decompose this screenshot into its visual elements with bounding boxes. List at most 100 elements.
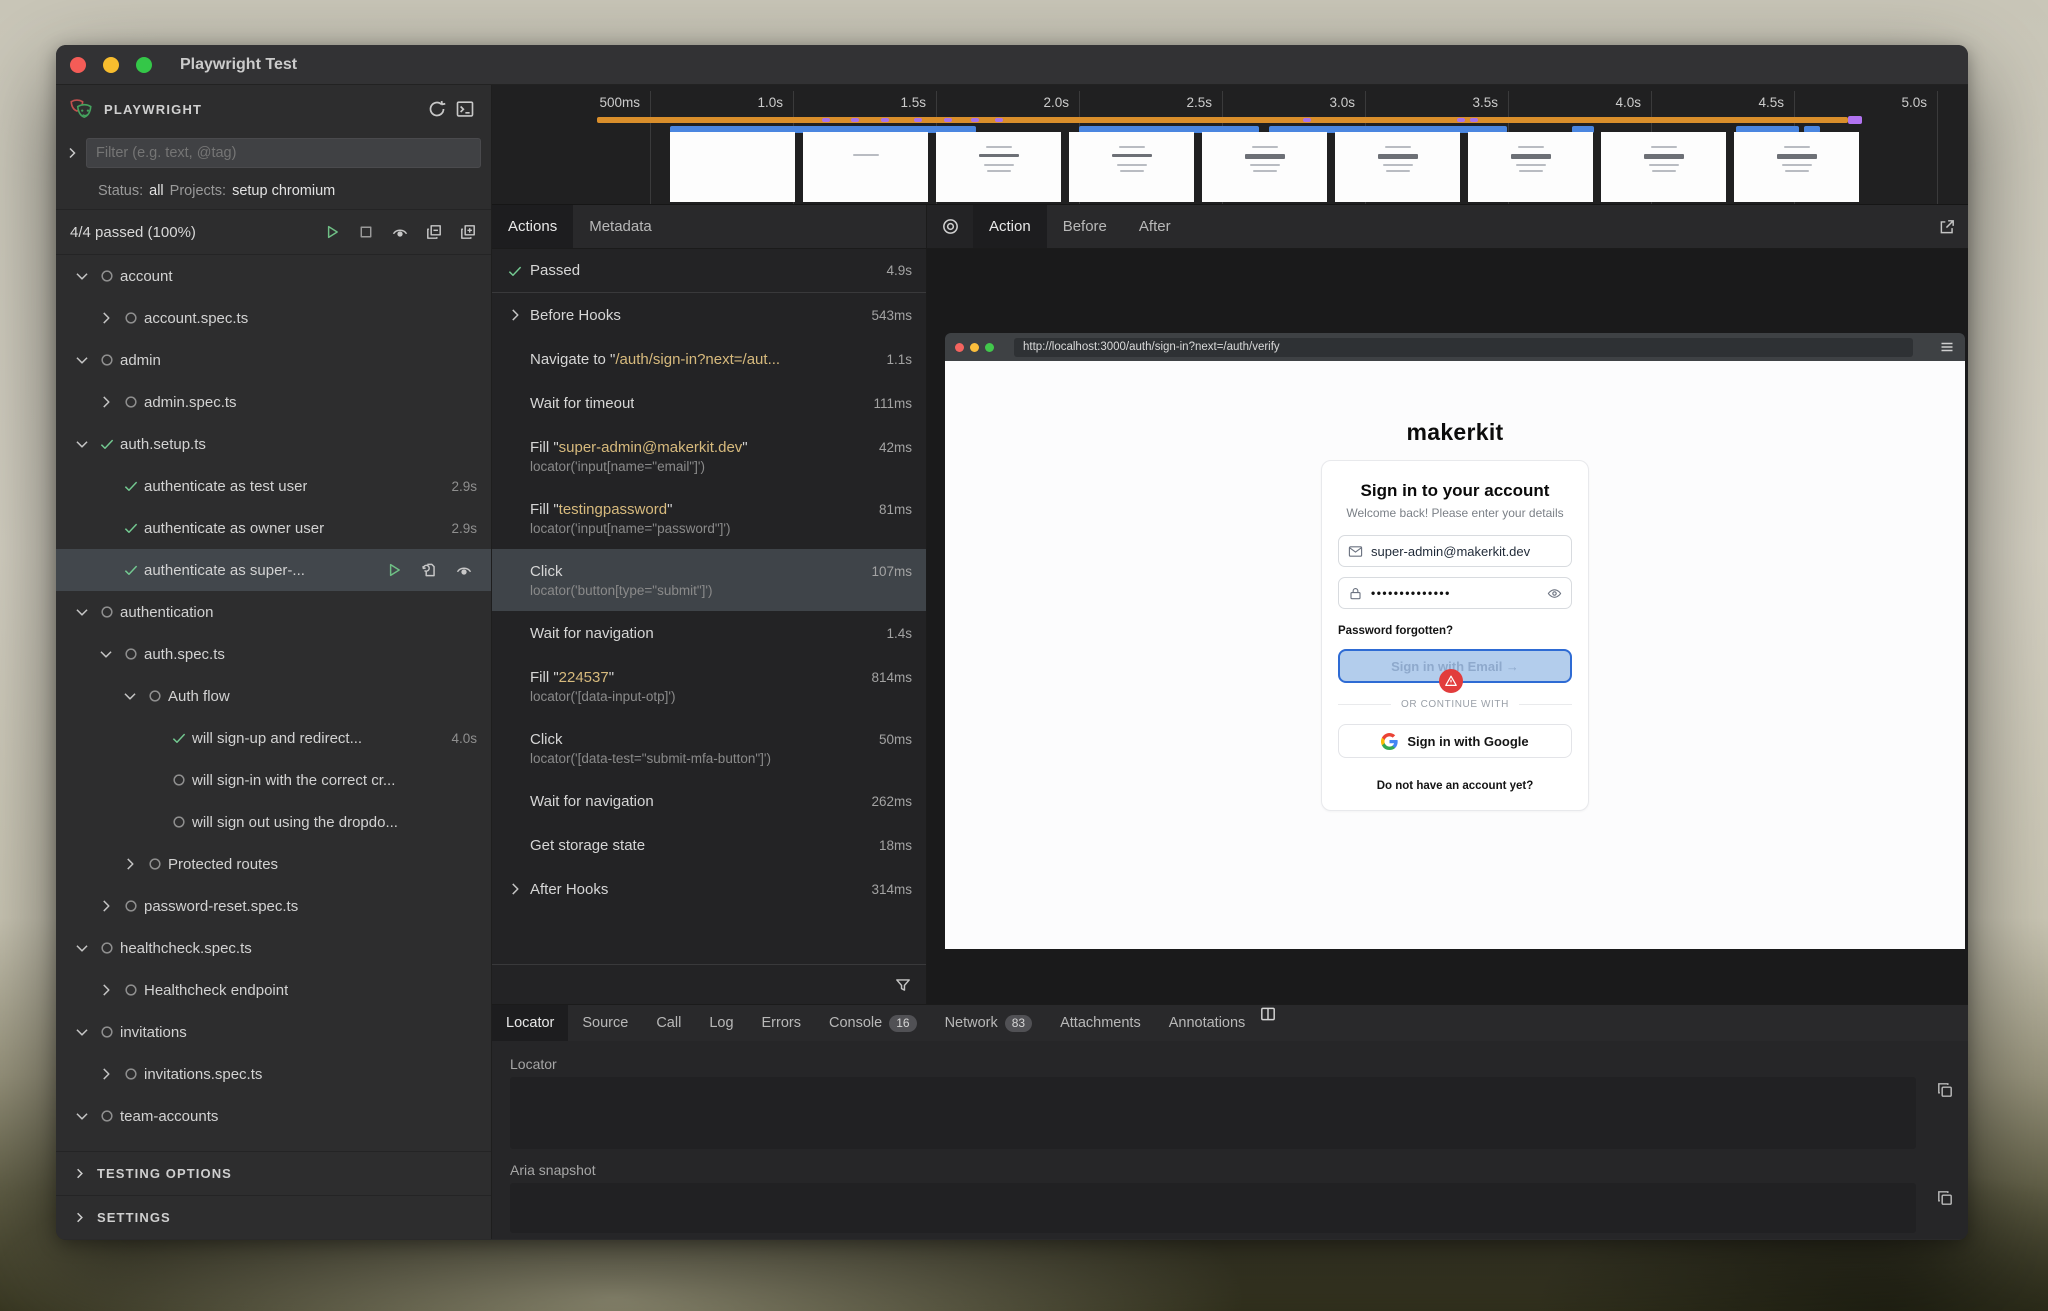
chevron-down-icon[interactable] bbox=[70, 1107, 94, 1125]
tree-item-auth-setup-ts[interactable]: auth.setup.ts bbox=[56, 423, 491, 465]
tab-errors[interactable]: Errors bbox=[748, 1005, 815, 1041]
reload-tests-icon[interactable] bbox=[423, 95, 451, 123]
tree-item-password-reset-spec-ts[interactable]: password-reset.spec.ts bbox=[56, 885, 491, 927]
chevron-down-icon[interactable] bbox=[70, 939, 94, 957]
copy-minus-icon[interactable] bbox=[421, 218, 447, 246]
tree-item-will-sign-up-and-redirect-[interactable]: will sign-up and redirect...4.0s bbox=[56, 717, 491, 759]
action-row-click[interactable]: Click 50ms locator('[data-test="submit-m… bbox=[492, 717, 926, 779]
tree-item-will-sign-in-with-the-correct-cr-[interactable]: will sign-in with the correct cr... bbox=[56, 759, 491, 801]
tab-after[interactable]: After bbox=[1123, 205, 1187, 248]
section-testing-options[interactable]: TESTING OPTIONS bbox=[56, 1151, 491, 1195]
chevron-right-icon[interactable] bbox=[94, 1065, 118, 1083]
play-icon[interactable] bbox=[381, 556, 407, 584]
action-row-fill-[interactable]: Fill "testingpassword" 81ms locator('inp… bbox=[492, 487, 926, 549]
filmstrip-thumbnail[interactable] bbox=[803, 132, 928, 202]
tab-annotations[interactable]: Annotations bbox=[1155, 1005, 1260, 1041]
tab-locator[interactable]: Locator bbox=[492, 1005, 568, 1041]
action-row-click[interactable]: Click 107ms locator('button[type="submit… bbox=[492, 549, 926, 611]
funnel-icon[interactable] bbox=[894, 976, 912, 994]
eye-icon[interactable] bbox=[387, 218, 413, 246]
chevron-down-icon[interactable] bbox=[70, 1023, 94, 1041]
copy-plus-icon[interactable] bbox=[455, 218, 481, 246]
play-icon[interactable] bbox=[319, 218, 345, 246]
tree-item-protected-routes[interactable]: Protected routes bbox=[56, 843, 491, 885]
locator-textarea[interactable] bbox=[510, 1077, 1916, 1149]
password-field[interactable]: •••••••••••••• bbox=[1338, 577, 1572, 609]
chevron-right-icon[interactable] bbox=[64, 145, 80, 161]
tab-call[interactable]: Call bbox=[642, 1005, 695, 1041]
pick-locator-icon[interactable] bbox=[927, 205, 973, 248]
tree-item-invitations-spec-ts[interactable]: invitations.spec.ts bbox=[56, 1053, 491, 1095]
action-row-navigate-to-[interactable]: Navigate to "/auth/sign-in?next=/aut... … bbox=[492, 337, 926, 381]
action-row-before-hooks[interactable]: Before Hooks 543ms bbox=[492, 293, 926, 337]
email-field[interactable]: super-admin@makerkit.dev bbox=[1338, 535, 1572, 567]
filmstrip-thumbnail[interactable] bbox=[936, 132, 1061, 202]
action-row-wait-for-navigation[interactable]: Wait for navigation 262ms bbox=[492, 779, 926, 823]
tree-item-healthcheck-spec-ts[interactable]: healthcheck.spec.ts bbox=[56, 927, 491, 969]
split-view-icon[interactable] bbox=[1259, 1005, 1277, 1041]
filmstrip-thumbnail[interactable] bbox=[1335, 132, 1460, 202]
tree-item-authenticate-as-super-[interactable]: authenticate as super-... bbox=[56, 549, 491, 591]
tree-item-authentication[interactable]: authentication bbox=[56, 591, 491, 633]
tree-item-team-accounts[interactable]: team-accounts bbox=[56, 1095, 491, 1137]
tree-item-auth-flow[interactable]: Auth flow bbox=[56, 675, 491, 717]
action-row-fill-[interactable]: Fill "super-admin@makerkit.dev" 42ms loc… bbox=[492, 425, 926, 487]
tab-actions[interactable]: Actions bbox=[492, 205, 573, 248]
forgot-password-link[interactable]: Password forgotten? bbox=[1338, 625, 1572, 637]
chevron-down-icon[interactable] bbox=[70, 435, 94, 453]
sign-in-google-button[interactable]: Sign in with Google bbox=[1338, 724, 1572, 758]
tree-item-admin-spec-ts[interactable]: admin.spec.ts bbox=[56, 381, 491, 423]
tab-before[interactable]: Before bbox=[1047, 205, 1123, 248]
tree-item-invitations[interactable]: invitations bbox=[56, 1011, 491, 1053]
action-row-wait-for-timeout[interactable]: Wait for timeout 111ms bbox=[492, 381, 926, 425]
chevron-right-icon[interactable] bbox=[94, 393, 118, 411]
tab-console[interactable]: Console16 bbox=[815, 1005, 931, 1041]
tree-item-account[interactable]: account bbox=[56, 255, 491, 297]
action-row-fill-[interactable]: Fill "224537" 814ms locator('[data-input… bbox=[492, 655, 926, 717]
filmstrip-thumbnail[interactable] bbox=[1734, 132, 1859, 202]
action-row-wait-for-navigation[interactable]: Wait for navigation 1.4s bbox=[492, 611, 926, 655]
filmstrip-thumbnail[interactable] bbox=[1069, 132, 1194, 202]
copy-aria-icon[interactable] bbox=[1936, 1189, 1954, 1207]
tree-item-admin[interactable]: admin bbox=[56, 339, 491, 381]
chevron-down-icon[interactable] bbox=[70, 603, 94, 621]
aria-snapshot-textarea[interactable] bbox=[510, 1183, 1916, 1233]
tab-network[interactable]: Network83 bbox=[931, 1005, 1047, 1041]
tree-item-authenticate-as-owner-user[interactable]: authenticate as owner user2.9s bbox=[56, 507, 491, 549]
trace-timeline[interactable]: 500ms1.0s1.5s2.0s2.5s3.0s3.5s4.0s4.5s5.0… bbox=[492, 85, 1968, 205]
eye-icon[interactable] bbox=[451, 556, 477, 584]
browser-snapshot[interactable]: http://localhost:3000/auth/sign-in?next=… bbox=[945, 333, 1965, 949]
toggle-password-icon[interactable] bbox=[1547, 586, 1562, 601]
action-row-passed[interactable]: Passed 4.9s bbox=[492, 249, 926, 293]
tab-action[interactable]: Action bbox=[973, 205, 1047, 248]
tab-source[interactable]: Source bbox=[568, 1005, 642, 1041]
action-row-after-hooks[interactable]: After Hooks 314ms bbox=[492, 867, 926, 911]
filmstrip-thumbnail[interactable] bbox=[670, 132, 795, 202]
close-button[interactable] bbox=[70, 57, 86, 73]
action-row-get-storage-state[interactable]: Get storage state 18ms bbox=[492, 823, 926, 867]
tree-item-authenticate-as-test-user[interactable]: authenticate as test user2.9s bbox=[56, 465, 491, 507]
copy-locator-icon[interactable] bbox=[1936, 1081, 1954, 1099]
tab-log[interactable]: Log bbox=[695, 1005, 747, 1041]
chevron-right-icon[interactable] bbox=[94, 897, 118, 915]
chevron-right-icon[interactable] bbox=[118, 855, 142, 873]
filter-status-line[interactable]: Status: all Projects: setup chromium bbox=[56, 173, 491, 209]
tab-attachments[interactable]: Attachments bbox=[1046, 1005, 1155, 1041]
chevron-right-icon[interactable] bbox=[94, 309, 118, 327]
chevron-down-icon[interactable] bbox=[70, 267, 94, 285]
tree-item-will-sign-out-using-the-dropdo-[interactable]: will sign out using the dropdo... bbox=[56, 801, 491, 843]
signup-link[interactable]: Do not have an account yet? bbox=[1338, 780, 1572, 792]
stop-icon[interactable] bbox=[353, 218, 379, 246]
minimize-button[interactable] bbox=[103, 57, 119, 73]
filter-input[interactable] bbox=[86, 138, 481, 168]
open-external-icon[interactable] bbox=[1938, 205, 1968, 248]
chevron-down-icon[interactable] bbox=[94, 645, 118, 663]
tab-metadata[interactable]: Metadata bbox=[573, 205, 668, 248]
tree-item-auth-spec-ts[interactable]: auth.spec.ts bbox=[56, 633, 491, 675]
filmstrip-thumbnail[interactable] bbox=[1468, 132, 1593, 202]
filmstrip-thumbnail[interactable] bbox=[1202, 132, 1327, 202]
tree-item-account-spec-ts[interactable]: account.spec.ts bbox=[56, 297, 491, 339]
chevron-right-icon[interactable] bbox=[94, 981, 118, 999]
zoom-button[interactable] bbox=[136, 57, 152, 73]
chevron-down-icon[interactable] bbox=[70, 351, 94, 369]
